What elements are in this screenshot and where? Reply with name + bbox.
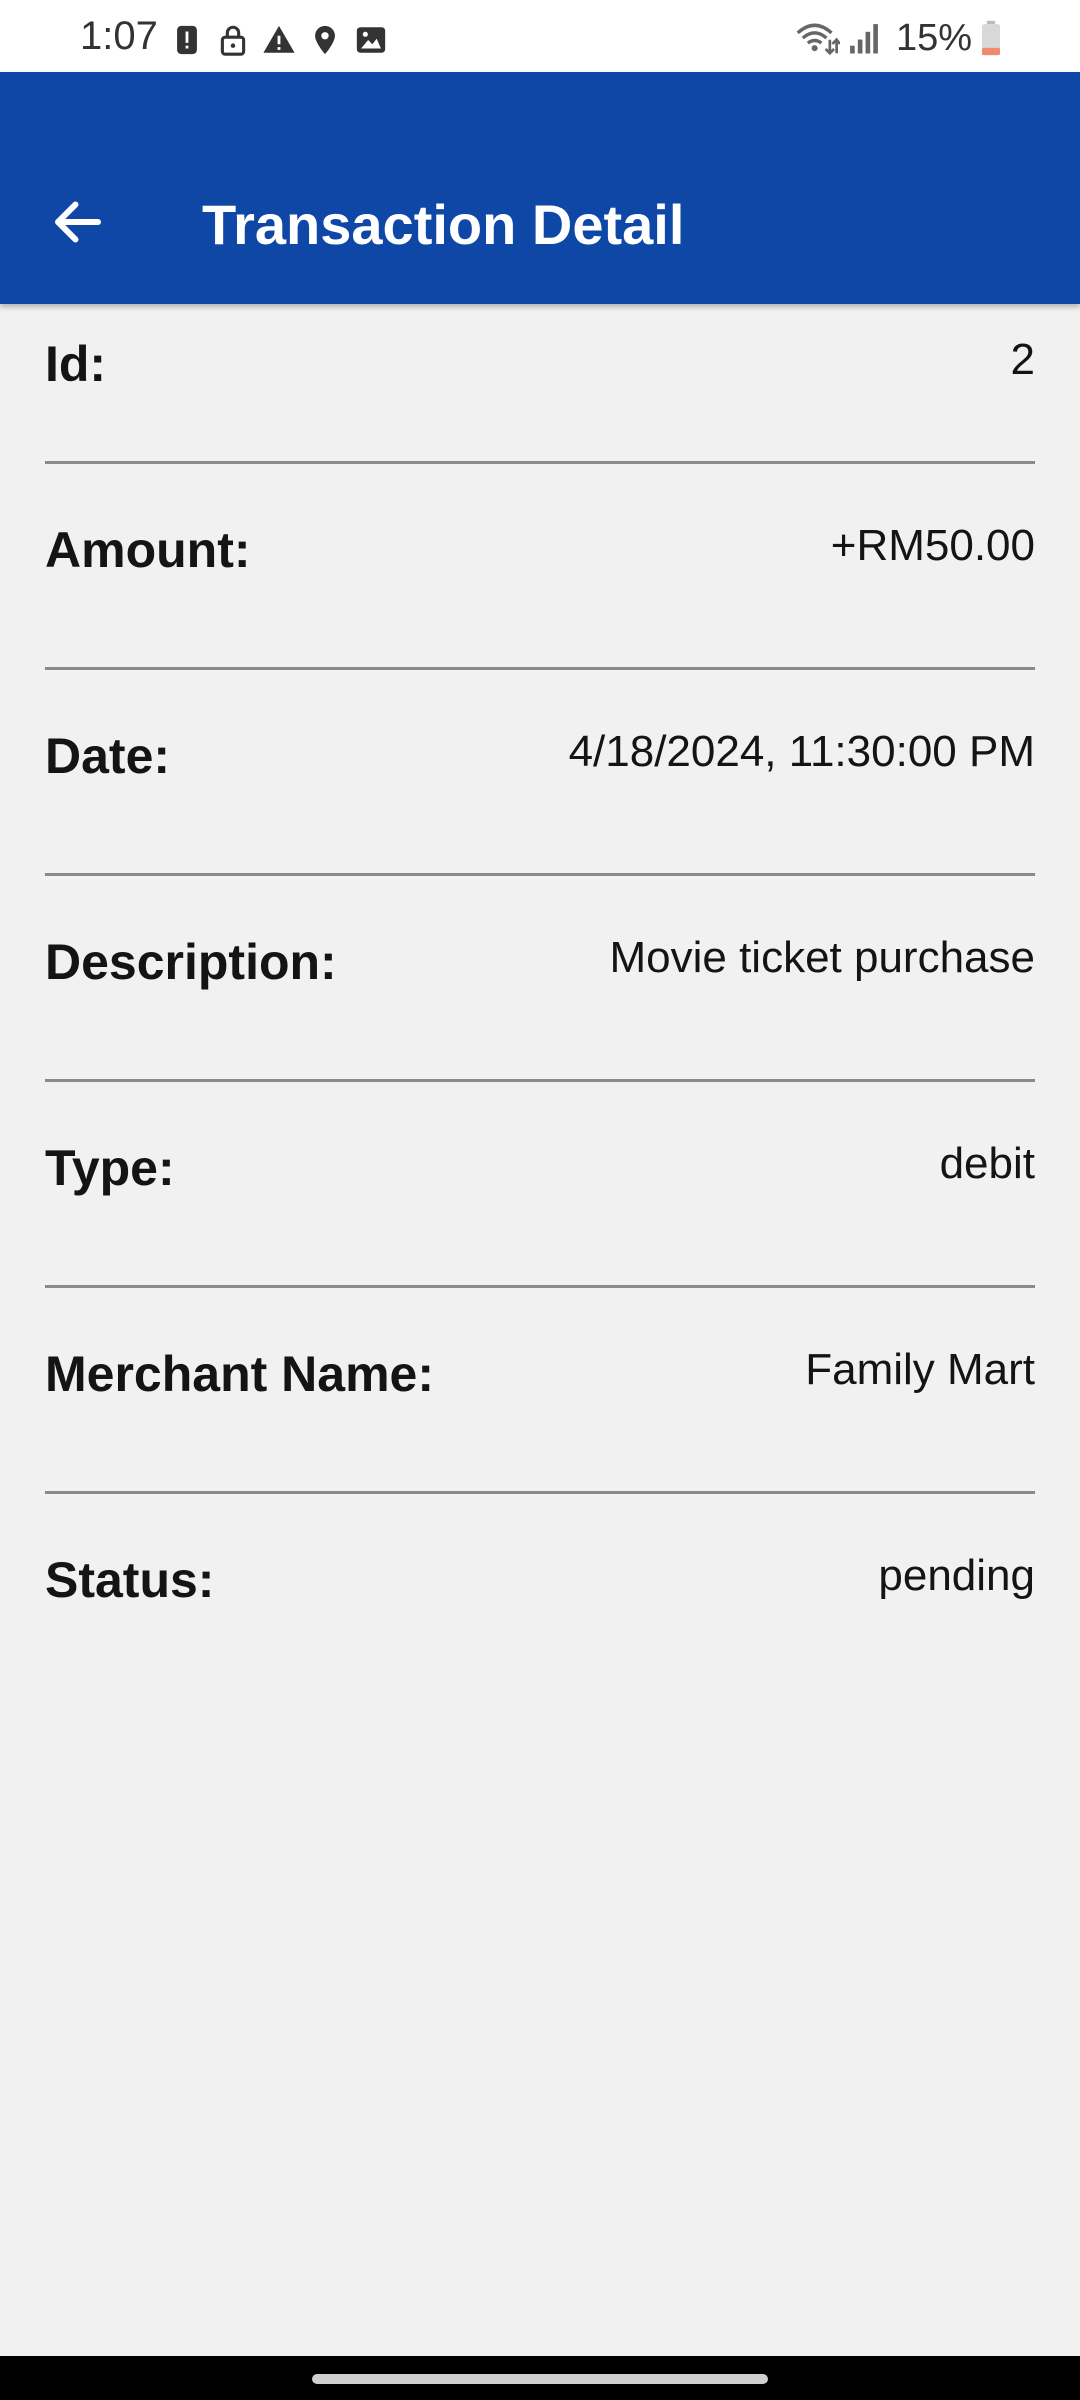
detail-value: +RM50.00	[830, 521, 1035, 570]
detail-row-status: Status: pending	[45, 1494, 1035, 1700]
system-icons: 15%	[796, 18, 1002, 58]
detail-value: pending	[878, 1551, 1035, 1600]
page-title: Transaction Detail	[202, 193, 685, 256]
detail-label: Merchant Name:	[45, 1346, 434, 1402]
warning-icon	[263, 25, 295, 53]
lock-icon	[220, 25, 246, 56]
detail-row-id: Id: 2	[45, 304, 1035, 464]
navigation-bar	[0, 2356, 1080, 2400]
location-pin-icon	[315, 25, 335, 55]
back-button[interactable]	[40, 184, 116, 260]
battery-percent: 15%	[895, 17, 972, 59]
home-indicator[interactable]	[312, 2374, 768, 2384]
detail-value: 4/18/2024, 11:30:00 PM	[568, 727, 1035, 776]
detail-label: Description:	[45, 934, 337, 990]
detail-value: Family Mart	[805, 1345, 1035, 1394]
detail-value: Movie ticket purchase	[609, 933, 1035, 982]
detail-row-amount: Amount: +RM50.00	[45, 464, 1035, 670]
detail-label: Id:	[45, 336, 107, 392]
detail-row-type: Type: debit	[45, 1082, 1035, 1288]
image-icon	[356, 27, 386, 53]
detail-label: Date:	[45, 728, 171, 784]
app-bar: Transaction Detail	[0, 72, 1080, 304]
battery-icon	[982, 20, 1000, 56]
detail-value: 2	[1010, 335, 1035, 384]
detail-row-merchant-name: Merchant Name: Family Mart	[45, 1288, 1035, 1494]
status-time: 1:07	[80, 14, 158, 58]
wifi-icon	[796, 23, 840, 56]
arrow-left-icon	[55, 201, 101, 243]
detail-row-description: Description: Movie ticket purchase	[45, 876, 1035, 1082]
detail-row-date: Date: 4/18/2024, 11:30:00 PM	[45, 670, 1035, 876]
alert-icon	[177, 25, 197, 55]
status-bar: 1:07 15%	[0, 0, 1080, 72]
detail-label: Status:	[45, 1552, 215, 1608]
notification-icons	[170, 22, 388, 58]
detail-value: debit	[939, 1139, 1035, 1188]
transaction-detail-list: Id: 2 Amount: +RM50.00 Date: 4/18/2024, …	[45, 304, 1035, 1700]
detail-label: Amount:	[45, 522, 251, 578]
signal-icon	[850, 24, 878, 54]
detail-label: Type:	[45, 1140, 175, 1196]
